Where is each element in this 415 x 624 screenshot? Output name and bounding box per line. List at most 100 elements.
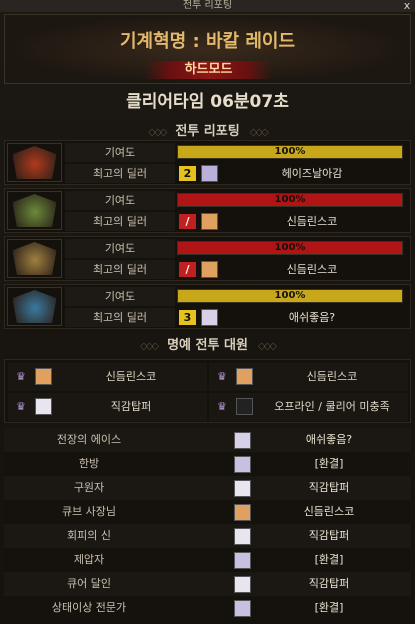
window-titlebar: 전투 리포팅 x [0,0,415,12]
avatar [234,552,251,569]
dealer-name: 애쉬좋음? [288,311,336,324]
honor-section-title: 명예 전투 대원 [167,338,248,353]
award-row[interactable]: 큐브 사장님 신듬린스코 [4,500,411,524]
avatar [201,261,218,278]
award-label: 큐어 달인 [67,577,111,590]
rank-badge: / [179,214,196,229]
boss-report: 기여도 100% 최고의 딜러 / 신듬린스코 [4,188,411,233]
ornament-icon: ◇◇◇ [249,127,269,138]
contribution-bar: 100% [177,193,403,207]
contribution-value: 100% [274,146,306,157]
avatar [234,576,251,593]
boss-mask-icon [12,290,57,323]
top-dealer-label: 최고의 딜러 [65,308,175,327]
boss-report: 기여도 100% 최고의 딜러 2 헤이즈날아감 [4,140,411,185]
contribution-value: 100% [274,194,306,205]
avatar [35,368,52,385]
dealer-name: 헤이즈날아감 [281,167,343,180]
ornament-icon: ◇◇◇ [140,341,159,352]
contribution-value: 100% [274,290,306,301]
rank-badge: 2 [179,166,196,181]
award-winner: 직감탑퍼 [308,577,350,590]
award-row[interactable]: 한방 [환결] [4,452,411,476]
crown-icon: ♛ [217,400,227,413]
crown-icon: ♛ [16,370,26,383]
honor-member[interactable]: ♛ 직감탑퍼 [8,393,207,421]
award-row[interactable]: 제압자 [환결] [4,548,411,572]
award-winner: [환결] [314,457,344,470]
avatar [234,528,251,545]
contribution-bar: 100% [177,145,403,159]
top-dealer-label: 최고의 딜러 [65,260,175,279]
crown-icon: ♛ [16,400,26,413]
raid-header: 기계혁명 : 바칼 레이드 하드모드 [4,14,411,84]
avatar [201,309,218,326]
boss-portrait [7,191,62,230]
top-dealer[interactable]: / 신듬린스코 [177,212,403,231]
report-section-header: ◇◇◇ 전투 리포팅 ◇◇◇ [0,122,415,142]
award-row[interactable]: 큐어 달인 직감탑퍼 [4,572,411,596]
top-dealer[interactable]: 3 애쉬좋음? [177,308,403,327]
award-label: 회피의 신 [67,529,111,542]
contribution-label: 기여도 [65,239,175,258]
boss-mask-icon [12,194,57,227]
award-winner: 직감탑퍼 [308,529,350,542]
ornament-icon: ◇◇◇ [148,127,167,138]
avatar [35,398,52,415]
award-row[interactable]: 전장의 에이스 애쉬좋음? [4,428,411,452]
award-winner: 애쉬좋음? [305,433,353,446]
contribution-label: 기여도 [65,287,175,306]
crown-icon: ♛ [217,370,227,383]
contribution-value: 100% [274,242,306,253]
ornament-icon: ◇◇◇ [257,341,277,352]
boss-portrait [7,287,62,326]
top-dealer[interactable]: 2 헤이즈날아감 [177,164,403,183]
award-label: 상태이상 전문가 [51,601,127,614]
avatar [234,480,251,497]
contribution-bar: 100% [177,241,403,255]
boss-mask-icon [12,146,57,179]
avatar [234,456,251,473]
honor-member[interactable]: ♛ 신듬린스코 [209,363,408,391]
award-row[interactable]: 상태이상 전문가 [환결] [4,596,411,620]
award-winner: [환결] [314,601,344,614]
award-list: 전장의 에이스 애쉬좋음? 한방 [환결] 구원자 직감탑퍼 큐브 사장님 신듬… [4,428,411,620]
close-icon[interactable]: x [402,0,412,12]
avatar [236,368,253,385]
award-label: 전장의 에이스 [56,433,122,446]
award-winner: 신듬린스코 [303,505,355,518]
avatar [201,165,218,182]
award-winner: [환결] [314,553,344,566]
dealer-name: 신듬린스코 [286,215,338,228]
award-label: 제압자 [73,553,105,566]
rank-badge: 3 [179,310,196,325]
raid-title: 기계혁명 : 바칼 레이드 [119,31,296,52]
honor-member[interactable]: ♛ 오프라인 / 쿨리어 미충족 [209,393,408,421]
difficulty-badge: 하드모드 [145,61,272,79]
avatar [234,432,251,449]
top-dealer[interactable]: / 신듬린스코 [177,260,403,279]
dealer-name: 신듬린스코 [286,263,338,276]
avatar [201,213,218,230]
honor-members: ♛ 신듬린스코 ♛ 신듬린스코 ♛ 직감탑퍼 ♛ 오프라인 / 쿨리어 미충족 [4,359,411,423]
boss-portrait [7,239,62,278]
honor-member[interactable]: ♛ 신듬린스코 [8,363,207,391]
avatar [236,398,253,415]
boss-report: 기여도 100% 최고의 딜러 / 신듬린스코 [4,236,411,281]
award-row[interactable]: 회피의 신 직감탑퍼 [4,524,411,548]
honor-section-header: ◇◇◇ 명예 전투 대원 ◇◇◇ [0,336,415,356]
avatar [234,600,251,617]
member-name: 직감탑퍼 [110,400,152,413]
rank-badge: / [179,262,196,277]
member-name: 신듬린스코 [306,370,358,383]
clear-time: 클리어타임 06분07초 [126,92,289,112]
award-label: 한방 [78,457,100,470]
award-row[interactable]: 구원자 직감탑퍼 [4,476,411,500]
award-label: 큐브 사장님 [61,505,117,518]
award-winner: 직감탑퍼 [308,481,350,494]
contribution-bar: 100% [177,289,403,303]
member-name: 신듬린스코 [105,370,157,383]
avatar [234,504,251,521]
window-title: 전투 리포팅 [182,0,233,11]
report-section-title: 전투 리포팅 [175,124,240,139]
